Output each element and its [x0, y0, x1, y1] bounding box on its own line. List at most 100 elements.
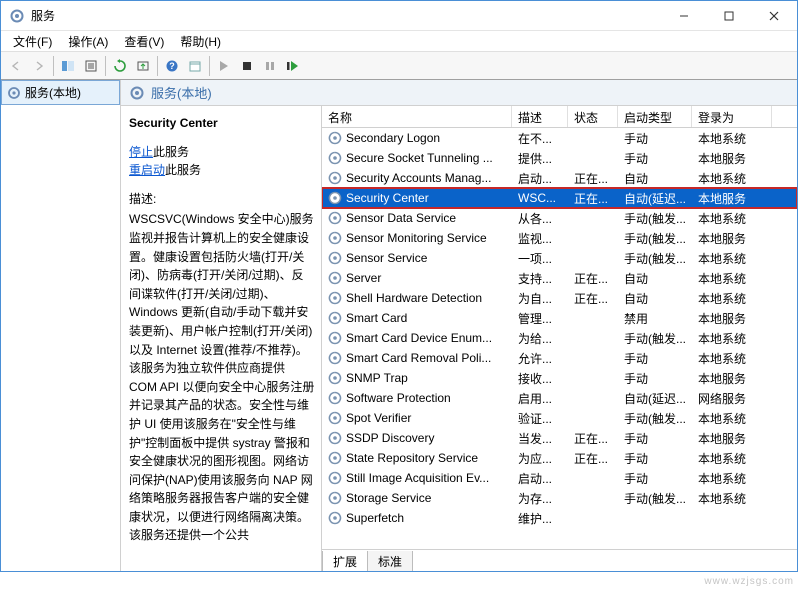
cell-status: 正在...	[568, 450, 618, 467]
cell-name: Sensor Data Service	[322, 211, 512, 225]
cell-logon: 本地系统	[692, 130, 772, 147]
service-row[interactable]: Secondary Logon在不...手动本地系统	[322, 128, 797, 148]
service-row[interactable]: SSDP Discovery当发...正在...手动本地服务	[322, 428, 797, 448]
col-desc[interactable]: 描述	[512, 106, 568, 127]
cell-name: Still Image Acquisition Ev...	[322, 471, 512, 485]
close-button[interactable]	[751, 1, 797, 30]
cell-name: Shell Hardware Detection	[322, 291, 512, 305]
show-hide-tree-button[interactable]	[57, 55, 79, 77]
toolbar-sep	[53, 56, 54, 76]
cell-desc: 在不...	[512, 130, 568, 147]
cell-desc: 为自...	[512, 290, 568, 307]
cell-desc: 维护...	[512, 510, 568, 527]
back-button[interactable]	[5, 55, 27, 77]
refresh-button[interactable]	[109, 55, 131, 77]
restart-link[interactable]: 重启动	[129, 163, 165, 177]
cell-desc: WSC...	[512, 191, 568, 205]
toolbar-sep	[209, 56, 210, 76]
service-row[interactable]: Shell Hardware Detection为自...正在...自动本地系统	[322, 288, 797, 308]
service-row[interactable]: Software Protection启用...自动(延迟...网络服务	[322, 388, 797, 408]
cell-logon: 本地服务	[692, 310, 772, 327]
toolbar-sep	[157, 56, 158, 76]
service-row[interactable]: Smart Card Removal Poli...允许...手动本地系统	[322, 348, 797, 368]
cell-logon: 本地系统	[692, 290, 772, 307]
restart-suffix: 此服务	[165, 163, 201, 177]
menu-action[interactable]: 操作(A)	[60, 31, 116, 52]
col-logon[interactable]: 登录为	[692, 106, 772, 127]
service-row[interactable]: Smart Card Device Enum...为给...手动(触发...本地…	[322, 328, 797, 348]
service-row[interactable]: SNMP Trap接收...手动本地服务	[322, 368, 797, 388]
cell-desc: 从各...	[512, 210, 568, 227]
service-row[interactable]: Security Accounts Manag...启动...正在...自动本地…	[322, 168, 797, 188]
cell-desc: 启动...	[512, 470, 568, 487]
cell-name: Secondary Logon	[322, 131, 512, 145]
service-row[interactable]: Sensor Data Service从各...手动(触发...本地系统	[322, 208, 797, 228]
export-button[interactable]	[132, 55, 154, 77]
cell-desc: 为存...	[512, 490, 568, 507]
cell-desc: 支持...	[512, 270, 568, 287]
nav-root-services-local[interactable]: 服务(本地)	[1, 80, 120, 105]
service-row[interactable]: Secure Socket Tunneling ...提供...手动本地服务	[322, 148, 797, 168]
menu-file[interactable]: 文件(F)	[5, 31, 60, 52]
cell-startup: 禁用	[618, 310, 692, 327]
window-title: 服务	[31, 7, 661, 24]
tab-standard[interactable]: 标准	[367, 551, 413, 571]
cell-startup: 自动	[618, 290, 692, 307]
cell-name: Security Accounts Manag...	[322, 171, 512, 185]
maximize-button[interactable]	[706, 1, 751, 30]
restart-service-button[interactable]	[282, 55, 304, 77]
minimize-button[interactable]	[661, 1, 706, 30]
stop-link[interactable]: 停止	[129, 145, 153, 159]
cell-startup: 手动(触发...	[618, 490, 692, 507]
service-row[interactable]: Security CenterWSC...正在...自动(延迟...本地服务	[322, 188, 797, 208]
service-row[interactable]: Still Image Acquisition Ev...启动... 手动本地系统	[322, 468, 797, 488]
toolbar-sep	[105, 56, 106, 76]
cell-name: Sensor Monitoring Service	[322, 231, 512, 245]
cell-desc: 验证...	[512, 410, 568, 427]
cell-name: Server	[322, 271, 512, 285]
cell-startup: 手动	[618, 470, 692, 487]
menu-help[interactable]: 帮助(H)	[172, 31, 229, 52]
cell-name: Sensor Service	[322, 251, 512, 265]
cell-name: Smart Card Removal Poli...	[322, 351, 512, 365]
service-row[interactable]: Sensor Monitoring Service监视...手动(触发...本地…	[322, 228, 797, 248]
cell-logon: 本地系统	[692, 250, 772, 267]
service-row[interactable]: Sensor Service一项...手动(触发...本地系统	[322, 248, 797, 268]
detail-restart-row: 重启动此服务	[129, 161, 315, 180]
cell-startup: 手动(触发...	[618, 250, 692, 267]
col-status[interactable]: 状态	[568, 106, 618, 127]
cell-startup: 手动(触发...	[618, 330, 692, 347]
service-row[interactable]: Spot Verifier验证...手动(触发...本地系统	[322, 408, 797, 428]
nav-tree: 服务(本地)	[1, 80, 121, 571]
cell-logon: 本地服务	[692, 190, 772, 207]
cell-status: 正在...	[568, 430, 618, 447]
col-startup[interactable]: 启动类型	[618, 106, 692, 127]
tab-extended[interactable]: 扩展	[322, 551, 368, 571]
cell-desc: 管理...	[512, 310, 568, 327]
properties-button[interactable]	[184, 55, 206, 77]
nav-root-label: 服务(本地)	[25, 84, 81, 101]
service-row[interactable]: Storage Service为存...手动(触发...本地系统	[322, 488, 797, 508]
cell-logon: 本地系统	[692, 210, 772, 227]
cell-startup: 手动	[618, 150, 692, 167]
start-service-button[interactable]	[213, 55, 235, 77]
cell-logon: 本地系统	[692, 470, 772, 487]
pause-service-button[interactable]	[259, 55, 281, 77]
stop-suffix: 此服务	[153, 145, 189, 159]
cell-name: Software Protection	[322, 391, 512, 405]
service-row[interactable]: Server支持...正在...自动本地系统	[322, 268, 797, 288]
service-row[interactable]: Smart Card管理...禁用本地服务	[322, 308, 797, 328]
list-header: 名称 描述 状态 启动类型 登录为	[322, 106, 797, 128]
forward-button[interactable]	[28, 55, 50, 77]
menu-view[interactable]: 查看(V)	[116, 31, 172, 52]
cell-name: SNMP Trap	[322, 371, 512, 385]
detail-desc-label: 描述:	[129, 190, 315, 209]
col-name[interactable]: 名称	[322, 106, 512, 127]
service-row[interactable]: Superfetch维护...	[322, 508, 797, 528]
cell-desc: 监视...	[512, 230, 568, 247]
list-body[interactable]: Secondary Logon在不...手动本地系统Secure Socket …	[322, 128, 797, 549]
stop-service-button[interactable]	[236, 55, 258, 77]
export-list-button[interactable]	[80, 55, 102, 77]
help-button[interactable]: ?	[161, 55, 183, 77]
service-row[interactable]: State Repository Service为应...正在...手动本地系统	[322, 448, 797, 468]
